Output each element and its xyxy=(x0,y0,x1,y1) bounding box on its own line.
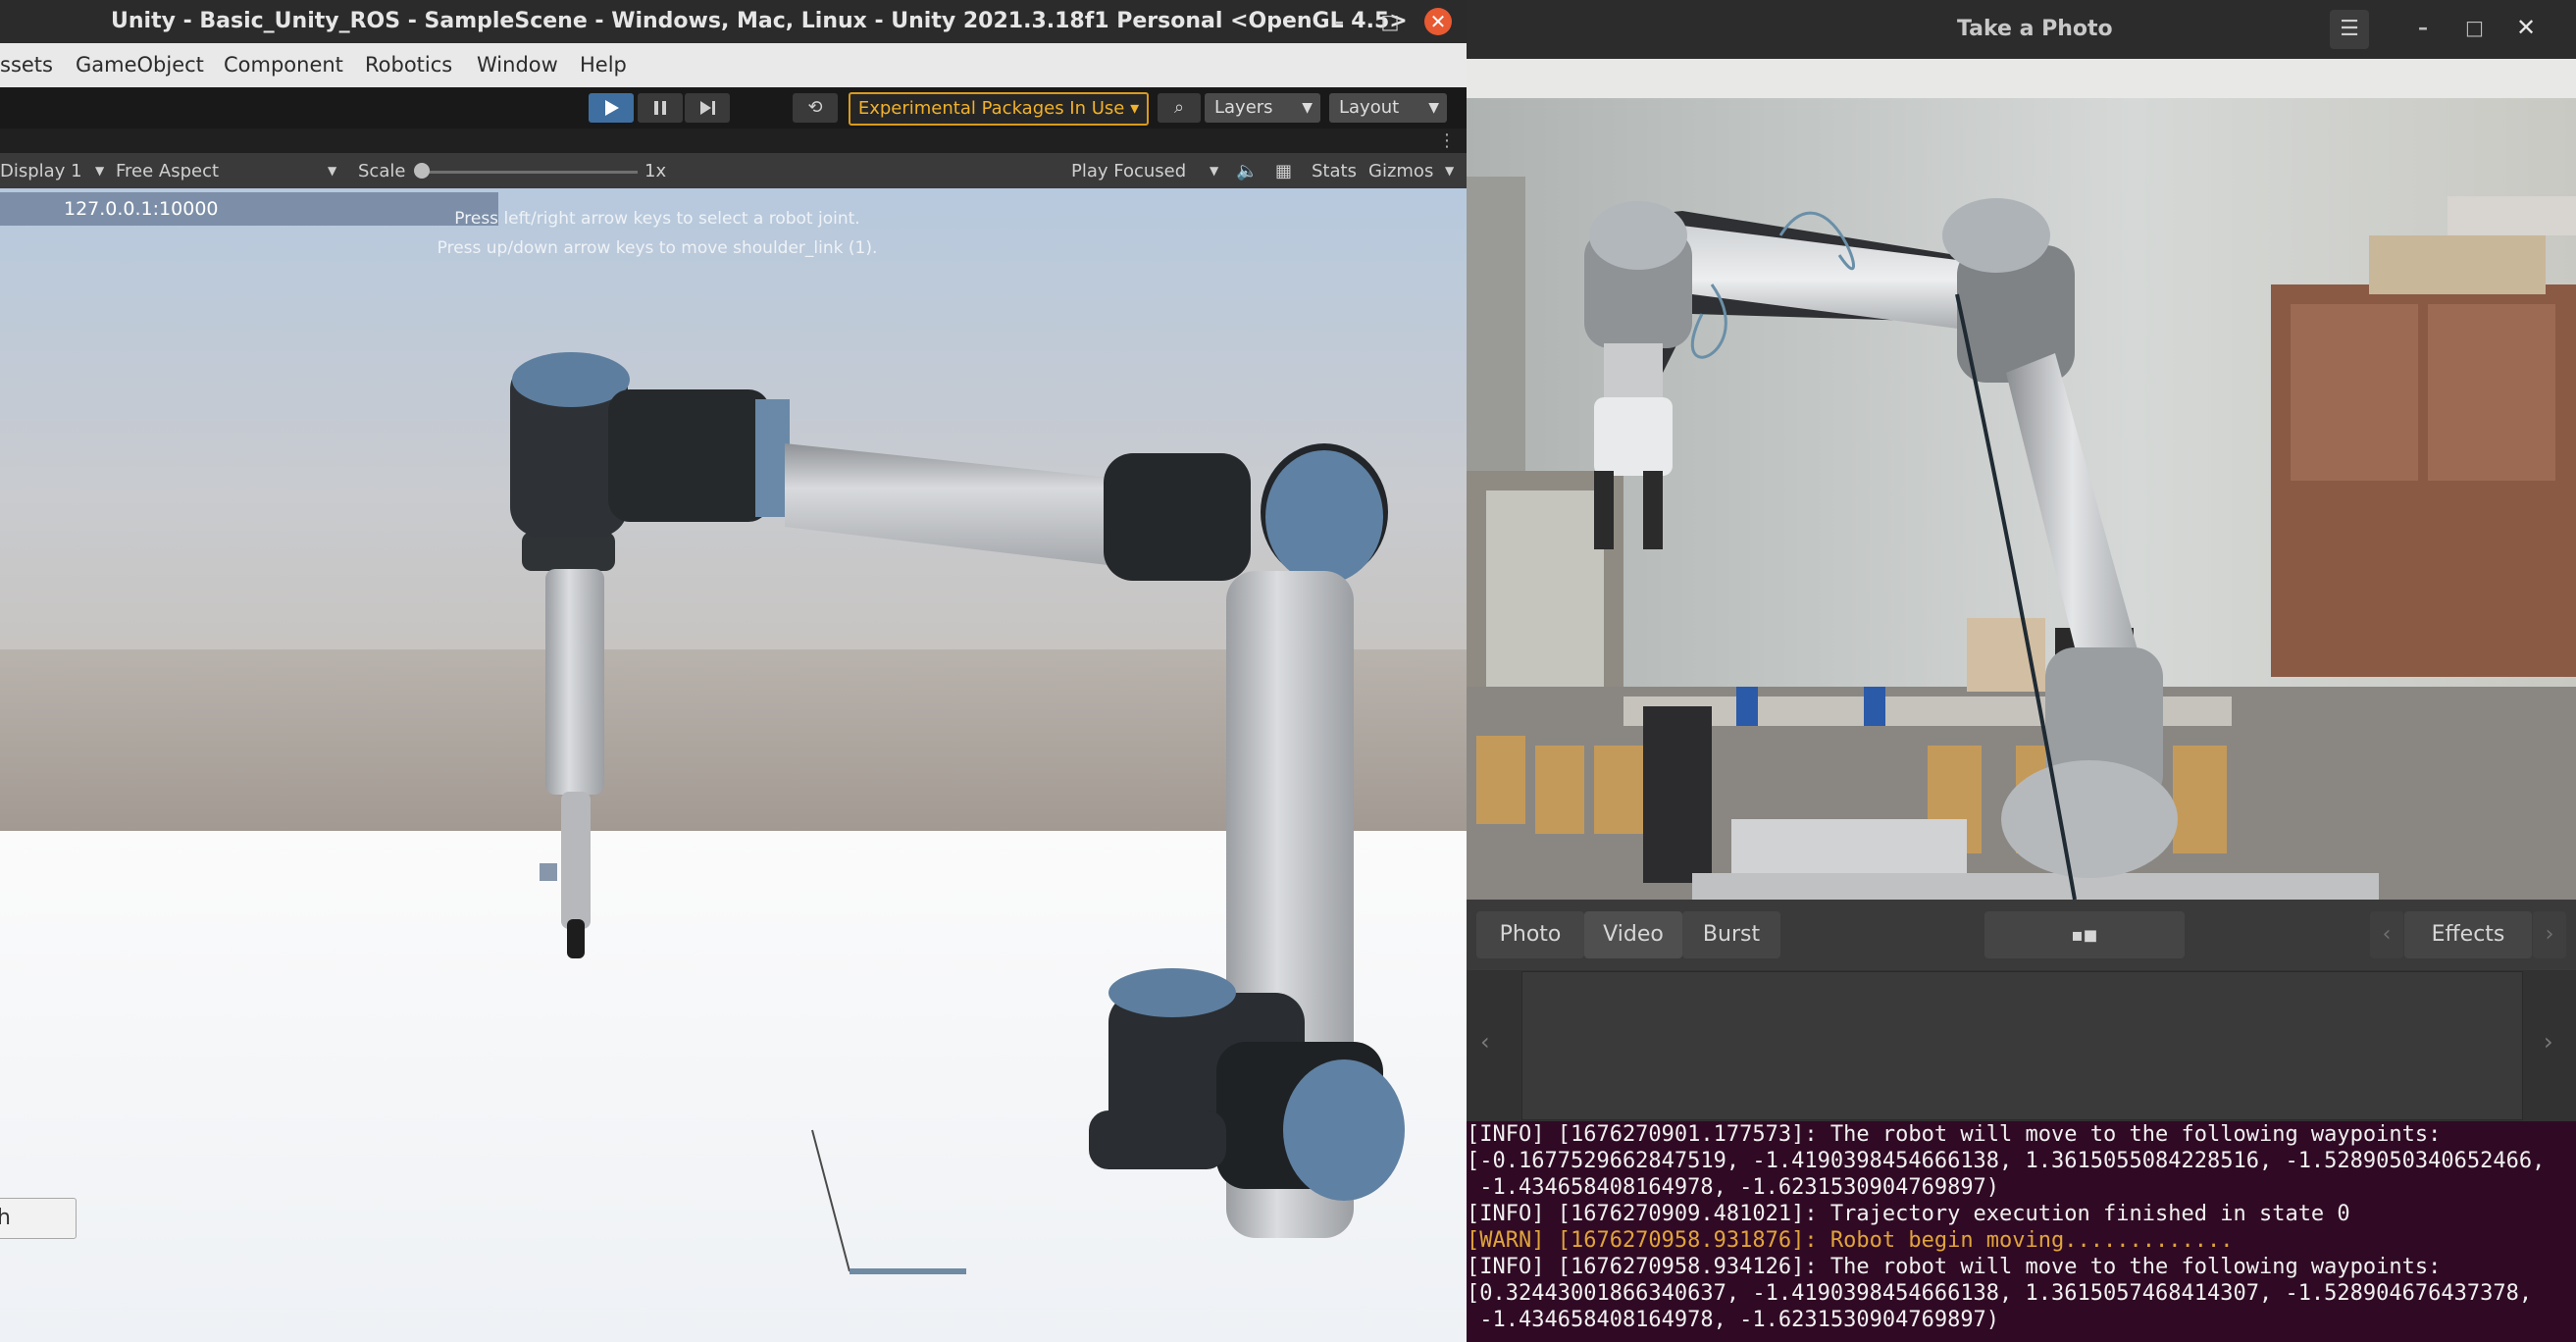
chevron-down-icon: ▼ xyxy=(328,164,337,178)
unity-menu-bar: ssets GameObject Component Robotics Wind… xyxy=(0,43,1467,87)
gizmos-button[interactable]: Gizmos xyxy=(1368,161,1433,181)
camera-title-bar: Take a Photo ☰ – □ ✕ xyxy=(1467,0,2576,59)
mode-burst-button[interactable]: Burst xyxy=(1682,911,1780,958)
layout-dropdown[interactable]: Layout ▼ xyxy=(1329,93,1447,123)
terminal-line: [WARN] [1676270958.931876]: Robot begin … xyxy=(1467,1228,2234,1253)
text-input-box[interactable]: h xyxy=(0,1198,77,1239)
terminal-output[interactable]: [INFO] [1676270901.177573]: The robot wi… xyxy=(1467,1121,2576,1342)
search-icon: ⌕ xyxy=(1173,97,1185,118)
chevron-down-icon: ▼ xyxy=(95,164,105,178)
layers-dropdown[interactable]: Layers ▼ xyxy=(1205,93,1320,123)
menu-help[interactable]: Help xyxy=(580,53,627,77)
menu-gameobject[interactable]: GameObject xyxy=(76,53,204,77)
menu-component[interactable]: Component xyxy=(224,53,343,77)
chevron-down-icon: ▼ xyxy=(1445,164,1455,178)
camera-icon: ▪◼ xyxy=(2071,925,2098,946)
unity-toolbar: ⟲ Experimental Packages In Use ▾ ⌕ Layer… xyxy=(0,87,1467,129)
text-input-value: h xyxy=(0,1206,11,1230)
chevron-left-icon: ‹ xyxy=(2382,922,2392,947)
minimize-icon[interactable]: – xyxy=(2418,16,2428,39)
speaker-icon[interactable]: 🔈 xyxy=(1236,161,1258,181)
terminal-line: [INFO] [1676270909.481021]: Trajectory e… xyxy=(1467,1202,2350,1226)
layers-label: Layers xyxy=(1214,97,1273,118)
camera-preview xyxy=(1467,59,2576,900)
controls-hint: Press left/right arrow keys to select a … xyxy=(412,204,902,263)
history-button[interactable]: ⟲ xyxy=(793,93,838,123)
menu-window[interactable]: Window xyxy=(477,53,558,77)
photo-thumbnail-strip[interactable] xyxy=(1521,971,2523,1120)
aspect-dropdown[interactable]: Free Aspect xyxy=(116,161,219,181)
chevron-down-icon: ▼ xyxy=(1428,100,1439,116)
chevron-left-icon[interactable]: ‹ xyxy=(1480,1028,1490,1056)
menu-robotics[interactable]: Robotics xyxy=(365,53,452,77)
stats-button[interactable]: Stats xyxy=(1312,161,1357,181)
unity-window-title: Unity - Basic_Unity_ROS - SampleScene - … xyxy=(111,9,1408,33)
mode-video-button[interactable]: Video xyxy=(1584,911,1682,958)
play-icon xyxy=(605,100,619,116)
minimize-icon[interactable]: – xyxy=(1319,0,1359,43)
chevron-right-icon: › xyxy=(2545,922,2554,947)
experimental-packages-button[interactable]: Experimental Packages In Use ▾ xyxy=(849,92,1149,126)
close-icon[interactable]: ✕ xyxy=(2516,14,2536,41)
chevron-down-icon: ▼ xyxy=(1302,100,1313,116)
robot-scene xyxy=(0,188,1467,1342)
ros-ip-text: 127.0.0.1:10000 xyxy=(64,198,219,220)
terminal-line: -1.434658408164978, -1.6231530904769897) xyxy=(1467,1175,2000,1200)
pause-button[interactable] xyxy=(638,93,683,123)
terminal-line: [INFO] [1676270958.934126]: The robot wi… xyxy=(1467,1255,2442,1279)
pause-icon xyxy=(654,101,666,115)
menu-assets[interactable]: ssets xyxy=(0,53,53,77)
maximize-icon[interactable]: □ xyxy=(2465,16,2484,39)
terminal-line: [0.32443001866340637, -1.419039845466613… xyxy=(1467,1281,2533,1306)
effects-next-button[interactable]: › xyxy=(2533,911,2566,958)
history-icon: ⟲ xyxy=(807,97,823,118)
close-icon[interactable]: ✕ xyxy=(1424,8,1452,35)
scale-label: Scale xyxy=(358,161,406,181)
effects-button[interactable]: Effects xyxy=(2404,911,2532,958)
terminal-line: -1.434658408164978, -1.6231530904769897) xyxy=(1467,1308,2000,1332)
search-button[interactable]: ⌕ xyxy=(1158,93,1201,123)
unity-title-bar: Unity - Basic_Unity_ROS - SampleScene - … xyxy=(0,0,1467,43)
scale-slider-handle[interactable] xyxy=(414,163,430,179)
effects-prev-button[interactable]: ‹ xyxy=(2370,911,2403,958)
chevron-down-icon: ▼ xyxy=(1210,164,1219,178)
play-button[interactable] xyxy=(589,93,634,123)
game-view-toolbar: Display 1 ▼ Free Aspect ▼ Scale 1x Play … xyxy=(0,153,1467,188)
game-view[interactable]: 127.0.0.1:10000 Press left/right arrow k… xyxy=(0,188,1467,1342)
camera-window-title: Take a Photo xyxy=(1957,17,2113,41)
chevron-right-icon[interactable]: › xyxy=(2544,1028,2553,1056)
step-button[interactable] xyxy=(685,93,730,123)
hint-line-move: Press up/down arrow keys to move shoulde… xyxy=(437,238,878,258)
play-mode-dropdown[interactable]: Play Focused xyxy=(1071,161,1186,181)
terminal-line: [-0.1677529662847519, -1.419039845466613… xyxy=(1467,1149,2546,1173)
hamburger-menu-icon[interactable]: ☰ xyxy=(2330,10,2369,49)
scale-slider-track[interactable] xyxy=(422,171,638,174)
camera-controls-bar: Photo Video Burst ▪◼ ‹ Effects › xyxy=(1467,900,2576,970)
display-dropdown[interactable]: Display 1 xyxy=(0,161,82,181)
step-icon xyxy=(700,101,715,115)
lab-photo xyxy=(1467,59,2576,900)
terminal-line: [INFO] [1676270901.177573]: The robot wi… xyxy=(1467,1122,2442,1147)
scale-value: 1x xyxy=(644,161,667,181)
unity-window: Unity - Basic_Unity_ROS - SampleScene - … xyxy=(0,0,1467,1342)
maximize-icon[interactable]: □ xyxy=(1370,0,1410,43)
take-photo-button[interactable]: ▪◼ xyxy=(1984,911,2185,958)
layout-label: Layout xyxy=(1339,97,1400,118)
keyboard-icon[interactable]: ▦ xyxy=(1275,161,1292,181)
more-options-icon[interactable]: ⋮ xyxy=(1438,130,1456,151)
game-tab-bar: ⋮ xyxy=(0,129,1467,153)
mode-photo-button[interactable]: Photo xyxy=(1476,911,1584,958)
hint-line-joint: Press left/right arrow keys to select a … xyxy=(454,209,860,229)
